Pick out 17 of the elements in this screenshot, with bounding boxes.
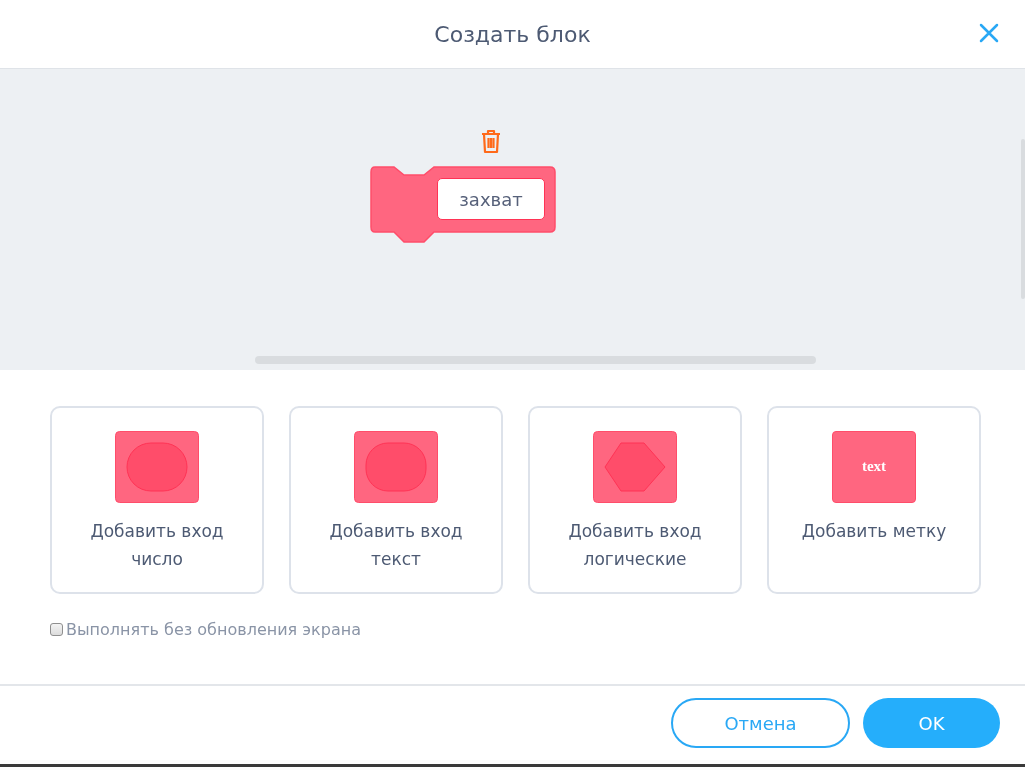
- add-option-card[interactable]: Добавить вход логические: [528, 406, 742, 594]
- number-input-icon: [115, 431, 199, 503]
- close-icon[interactable]: [979, 23, 999, 43]
- add-option-card[interactable]: text Добавить метку: [767, 406, 981, 594]
- add-option-card[interactable]: Добавить вход текст: [289, 406, 503, 594]
- boolean-input-icon: [593, 431, 677, 503]
- block-name-field[interactable]: захват: [437, 178, 545, 220]
- option-label: Добавить вход число: [90, 520, 224, 571]
- checkbox[interactable]: [50, 623, 63, 636]
- dialog-title: Создать блок: [434, 21, 591, 47]
- option-label: Добавить вход текст: [329, 520, 463, 571]
- add-option-card[interactable]: Добавить вход число: [50, 406, 264, 594]
- text-input-icon: [354, 431, 438, 503]
- label-icon: text: [832, 431, 916, 503]
- option-label: Добавить вход логические: [568, 520, 702, 571]
- trash-icon[interactable]: [480, 128, 502, 154]
- option-label: Добавить метку: [801, 520, 947, 543]
